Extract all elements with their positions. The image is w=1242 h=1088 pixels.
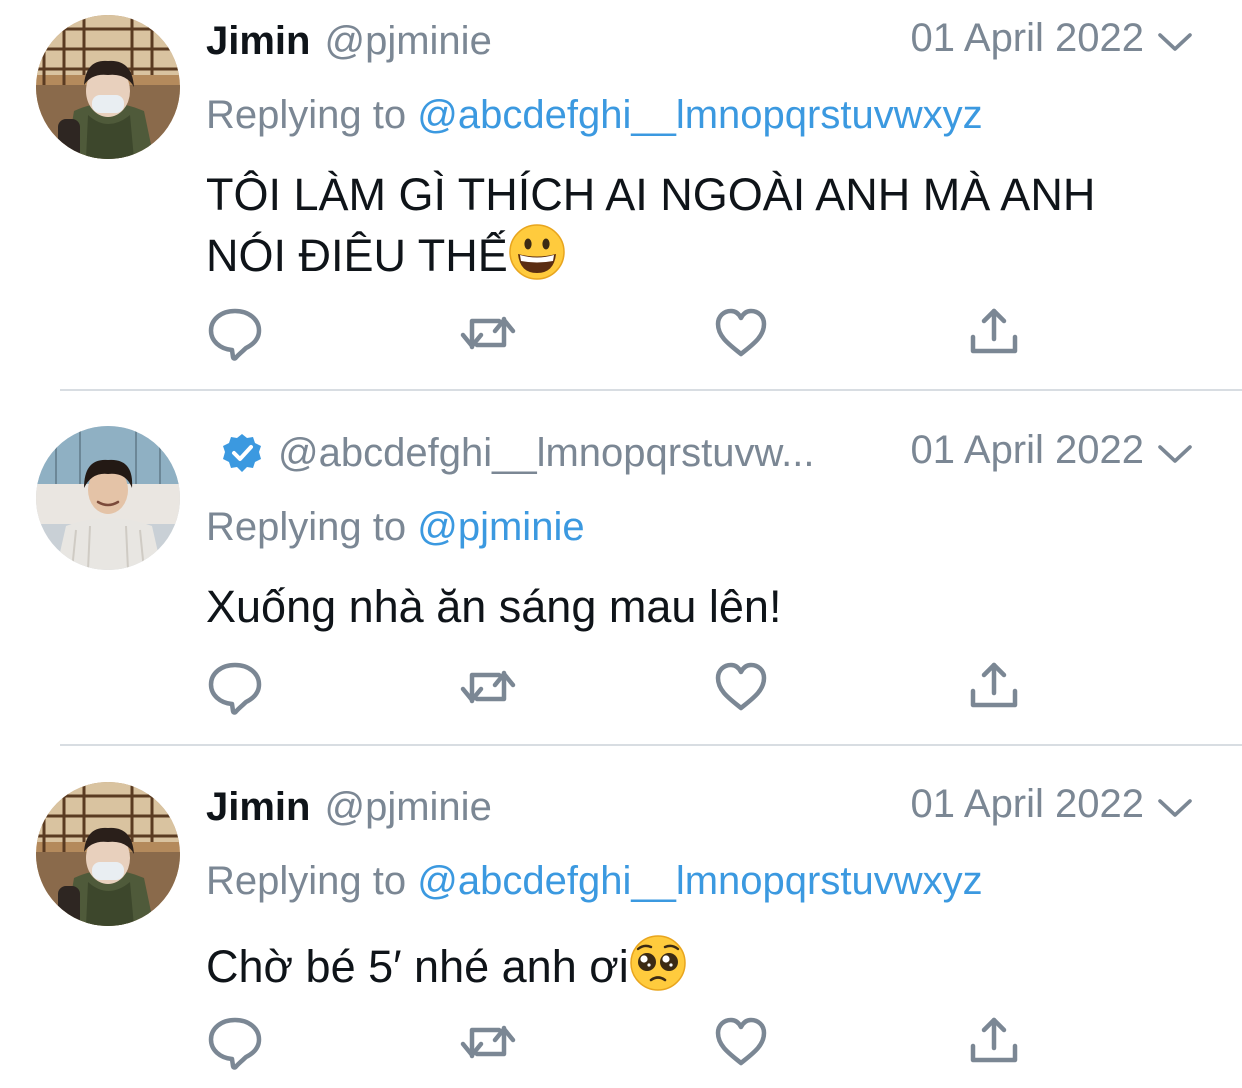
tweet[interactable]: Jimin @pjminie 01 April 2022 Replying to…	[0, 746, 1242, 1088]
user-photo-icon	[36, 782, 180, 926]
share-button[interactable]	[965, 659, 1023, 715]
verified-badge-icon	[222, 433, 262, 473]
tweet-date[interactable]: 01 April 2022	[910, 428, 1144, 473]
reply-button[interactable]	[206, 305, 264, 361]
like-button[interactable]	[712, 1014, 770, 1070]
tweet[interactable]: Jimin @pjminie 01 April 2022 Replying to…	[0, 0, 1242, 390]
like-button[interactable]	[712, 659, 770, 715]
retweet-icon	[459, 659, 517, 715]
like-icon	[712, 305, 770, 361]
user-handle[interactable]: @pjminie	[324, 785, 491, 830]
avatar[interactable]	[36, 426, 180, 570]
tweet-date[interactable]: 01 April 2022	[910, 782, 1144, 827]
avatar[interactable]	[36, 782, 180, 926]
retweet-button[interactable]	[459, 305, 517, 361]
divider	[60, 389, 1242, 391]
user-photo-icon	[36, 15, 180, 159]
replying-to-label: Replying to	[206, 93, 407, 137]
replying-to: Replying to @abcdefghi__lmnopqrstuvwxyz	[206, 859, 983, 904]
reply-icon	[206, 1014, 264, 1070]
share-icon	[965, 1014, 1023, 1070]
like-icon	[712, 1014, 770, 1070]
like-button[interactable]	[712, 305, 770, 361]
display-name[interactable]: Jimin	[206, 785, 310, 830]
tweet-actions	[206, 305, 1026, 361]
reply-button[interactable]	[206, 659, 264, 715]
reply-icon	[206, 305, 264, 361]
tweet-text: TÔI LÀM GÌ THÍCH AI NGOÀI ANH MÀ ANH NÓI…	[206, 166, 1166, 284]
share-icon	[965, 659, 1023, 715]
retweet-icon	[459, 1014, 517, 1070]
tweet-text-content: Xuống nhà ăn sáng mau lên!	[206, 581, 782, 632]
tweet[interactable]: @abcdefghi__lmnopqrstuvw... 01 April 202…	[0, 392, 1242, 744]
reply-button[interactable]	[206, 1014, 264, 1070]
retweet-icon	[459, 305, 517, 361]
tweet-text-content: Chờ bé 5′ nhé anh ơi	[206, 941, 629, 992]
tweet-actions	[206, 659, 1026, 715]
chevron-down-icon[interactable]	[1156, 23, 1194, 61]
retweet-button[interactable]	[459, 1014, 517, 1070]
mention-link[interactable]: @abcdefghi__lmnopqrstuvwxyz	[417, 93, 982, 137]
tweet-date[interactable]: 01 April 2022	[910, 16, 1144, 61]
user-photo-icon	[36, 426, 180, 570]
like-icon	[712, 659, 770, 715]
reply-icon	[206, 659, 264, 715]
tweet-text-content: TÔI LÀM GÌ THÍCH AI NGOÀI ANH MÀ ANH NÓI…	[206, 169, 1096, 281]
retweet-button[interactable]	[459, 659, 517, 715]
grinning-face-icon	[508, 223, 566, 281]
tweet-text: Xuống nhà ăn sáng mau lên!	[206, 578, 1186, 635]
user-handle[interactable]: @abcdefghi__lmnopqrstuvw...	[278, 431, 814, 476]
replying-to-label: Replying to	[206, 859, 407, 903]
avatar[interactable]	[36, 15, 180, 159]
share-button[interactable]	[965, 1014, 1023, 1070]
pleading-face-icon	[629, 934, 687, 992]
replying-to-label: Replying to	[206, 505, 407, 549]
display-name[interactable]: Jimin	[206, 19, 310, 64]
tweet-text: Chờ bé 5′ nhé anh ơi	[206, 934, 1186, 995]
chevron-down-icon[interactable]	[1156, 789, 1194, 827]
share-icon	[965, 305, 1023, 361]
mention-link[interactable]: @abcdefghi__lmnopqrstuvwxyz	[417, 859, 982, 903]
chevron-down-icon[interactable]	[1156, 435, 1194, 473]
mention-link[interactable]: @pjminie	[417, 505, 584, 549]
replying-to: Replying to @pjminie	[206, 505, 585, 550]
tweet-actions	[206, 1014, 1026, 1070]
share-button[interactable]	[965, 305, 1023, 361]
user-handle[interactable]: @pjminie	[324, 19, 491, 64]
replying-to: Replying to @abcdefghi__lmnopqrstuvwxyz	[206, 93, 983, 138]
